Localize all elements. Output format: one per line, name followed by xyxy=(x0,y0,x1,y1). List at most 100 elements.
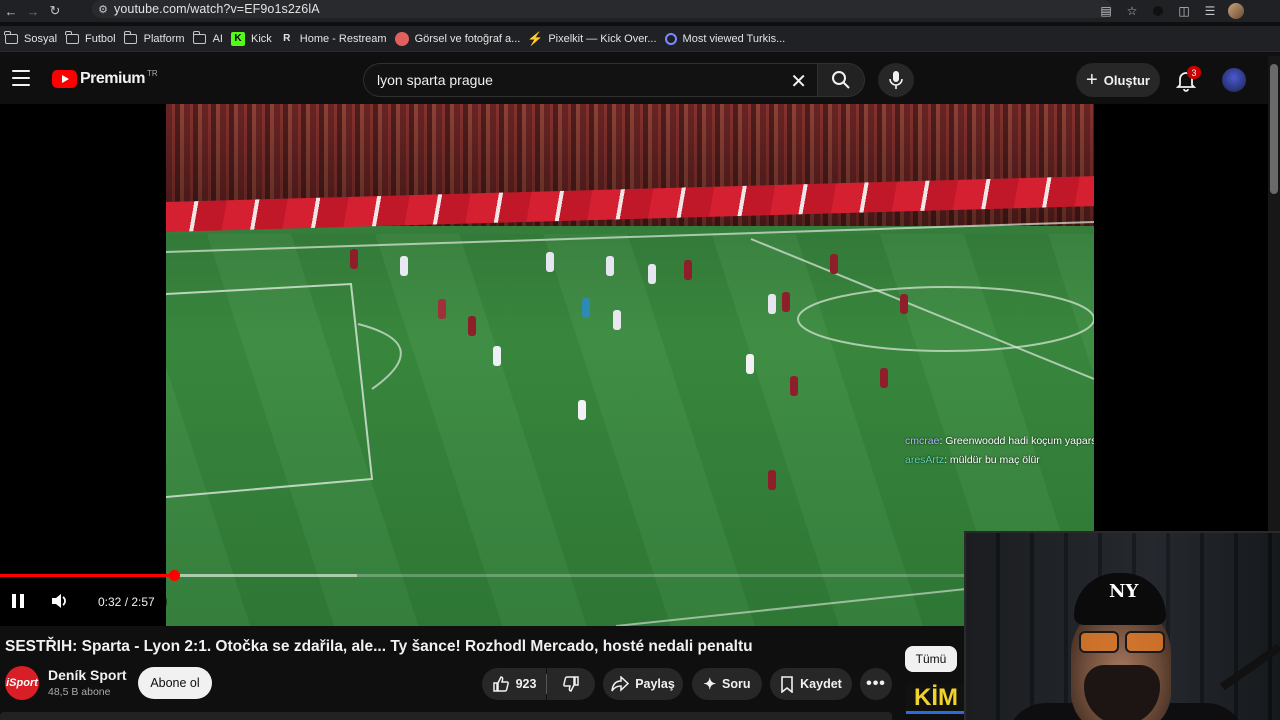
description-box[interactable] xyxy=(0,712,892,720)
footballer xyxy=(350,249,358,269)
footballer xyxy=(684,260,692,280)
bookmark-label: Sosyal xyxy=(24,32,58,45)
youtube-play-icon xyxy=(52,70,77,88)
youtube-header: Premium TR lyon sparta prague ✕ + Oluştu… xyxy=(0,56,1268,104)
ask-button[interactable]: ✦ Soru xyxy=(692,668,762,700)
folder-icon xyxy=(192,30,207,46)
search-button[interactable] xyxy=(817,63,865,97)
recommended-thumbnail[interactable]: KİM xyxy=(906,684,964,714)
screen: ← → ↻ ⚙ youtube.com/watch?v=EF9o1s2z6lA … xyxy=(0,0,1280,720)
webcam-beard xyxy=(1084,665,1160,720)
bookmark-label: Görsel ve fotoğraf a... xyxy=(414,32,521,45)
pause-icon xyxy=(12,594,24,608)
footballer xyxy=(493,346,501,366)
pitch-markings xyxy=(166,221,1094,626)
subscribe-button[interactable]: Abone ol xyxy=(138,667,212,699)
seek-bar[interactable] xyxy=(0,570,964,581)
save-label: Kaydet xyxy=(800,677,842,691)
bookmark-icon xyxy=(781,675,793,693)
folder-icon xyxy=(4,30,18,46)
menu-icon[interactable] xyxy=(12,70,30,86)
create-label: Oluştur xyxy=(1103,72,1150,88)
voice-search-button[interactable] xyxy=(878,63,914,97)
forward-icon[interactable]: → xyxy=(22,0,44,22)
footballer xyxy=(880,368,888,388)
footballer xyxy=(768,470,776,490)
save-button[interactable]: Kaydet xyxy=(770,668,852,700)
site-info-icon[interactable]: ⚙ xyxy=(92,0,114,18)
reading-list-icon[interactable]: ☰ xyxy=(1202,3,1218,19)
bookmarks-bar: Sosyal Futbol Platform AI K Kick R Home - … xyxy=(0,26,1280,52)
footballer xyxy=(582,298,590,318)
youtube-logo[interactable]: Premium TR xyxy=(52,68,158,88)
share-button[interactable]: Paylaş xyxy=(603,668,683,700)
address-bar[interactable]: ⚙ youtube.com/watch?v=EF9o1s2z6lA xyxy=(92,0,1112,18)
played-bar xyxy=(0,574,175,577)
microphone-icon xyxy=(889,71,903,89)
chat-user: aresArtz xyxy=(905,454,945,466)
bookmark-restream[interactable]: R Home - Restream xyxy=(280,28,395,50)
bookmark-most-viewed[interactable]: Most viewed Turkis... xyxy=(664,28,794,50)
kick-icon: K xyxy=(230,31,245,46)
address-url[interactable]: youtube.com/watch?v=EF9o1s2z6lA xyxy=(114,2,320,16)
bookmark-label: Kick xyxy=(250,32,272,45)
bookmark-kick[interactable]: K Kick xyxy=(230,28,280,50)
bookmark-platform[interactable]: Platform xyxy=(123,28,193,50)
footballer xyxy=(790,376,798,396)
filter-chip-all[interactable]: Tümü xyxy=(905,646,957,672)
bookmark-sosyal[interactable]: Sosyal xyxy=(4,28,65,50)
extensions-icon[interactable]: ◫ xyxy=(1176,3,1192,19)
channel-name[interactable]: Deník Sport xyxy=(48,667,127,683)
browser-profile-icon[interactable] xyxy=(1228,3,1244,19)
reload-icon[interactable]: ↻ xyxy=(44,0,66,22)
video-frame: cmcrae: Greenwoodd hadi koçum yaparsın a… xyxy=(166,104,1094,626)
ask-label: Soru xyxy=(722,677,751,691)
create-button[interactable]: + Oluştur xyxy=(1076,63,1160,97)
image-site-icon xyxy=(394,31,409,46)
install-app-icon[interactable]: ▤ xyxy=(1098,3,1114,19)
chat-text: : müldür bu maç ölür xyxy=(944,454,1040,466)
like-count: 923 xyxy=(515,677,537,691)
video-title: SESTŘIH: Sparta - Lyon 2:1. Otočka se zd… xyxy=(5,638,753,655)
logo-text: Premium xyxy=(80,70,145,87)
pixelkit-icon: ⚡ xyxy=(527,30,544,46)
thumbs-up-icon xyxy=(492,676,509,692)
footballer xyxy=(400,256,408,276)
extension-record-icon[interactable] xyxy=(1150,3,1166,19)
volume-button[interactable] xyxy=(50,588,70,614)
bookmark-label: Pixelkit — Kick Over... xyxy=(548,32,657,45)
bookmark-star-icon[interactable]: ☆ xyxy=(1124,3,1140,19)
channel-avatar[interactable]: iSport xyxy=(5,666,39,700)
search-input[interactable]: lyon sparta prague ✕ xyxy=(363,63,817,97)
clear-search-icon[interactable]: ✕ xyxy=(790,69,807,94)
share-label: Paylaş xyxy=(635,677,675,691)
bookmark-futbol[interactable]: Futbol xyxy=(65,28,124,50)
bookmark-label: Platform xyxy=(143,32,185,45)
account-avatar[interactable] xyxy=(1222,68,1246,92)
search-icon xyxy=(832,71,850,89)
time-display: 0:32 / 2:57 xyxy=(86,589,167,615)
footballer xyxy=(613,310,621,330)
footballer xyxy=(438,299,446,319)
search-query[interactable]: lyon sparta prague xyxy=(377,72,493,88)
pause-button[interactable] xyxy=(10,588,26,614)
dislike-button[interactable] xyxy=(547,668,595,700)
chat-text: : Greenwoodd hadi koçum yaparsın xyxy=(939,435,1094,447)
bookmark-gorsel[interactable]: Görsel ve fotoğraf a... xyxy=(394,28,529,50)
plus-icon: + xyxy=(1086,68,1098,91)
sparkle-icon: ✦ xyxy=(703,676,717,693)
logo-country: TR xyxy=(146,68,158,78)
volume-icon xyxy=(52,594,66,608)
footballer xyxy=(468,316,476,336)
scrollbar-thumb[interactable] xyxy=(1270,64,1278,194)
bookmark-ai[interactable]: AI xyxy=(192,28,231,50)
like-button[interactable]: 923 xyxy=(482,668,546,700)
more-actions-button[interactable]: ••• xyxy=(860,668,892,700)
bookmark-label: Most viewed Turkis... xyxy=(682,32,786,45)
folder-icon xyxy=(65,30,79,46)
bookmark-label: Futbol xyxy=(85,32,116,45)
bookmark-pixelkit[interactable]: ⚡ Pixelkit — Kick Over... xyxy=(527,28,664,50)
back-icon[interactable]: ← xyxy=(0,0,22,22)
chat-message: aresArtz: müldür bu maç ölür xyxy=(905,454,1040,466)
footballer xyxy=(782,292,790,312)
